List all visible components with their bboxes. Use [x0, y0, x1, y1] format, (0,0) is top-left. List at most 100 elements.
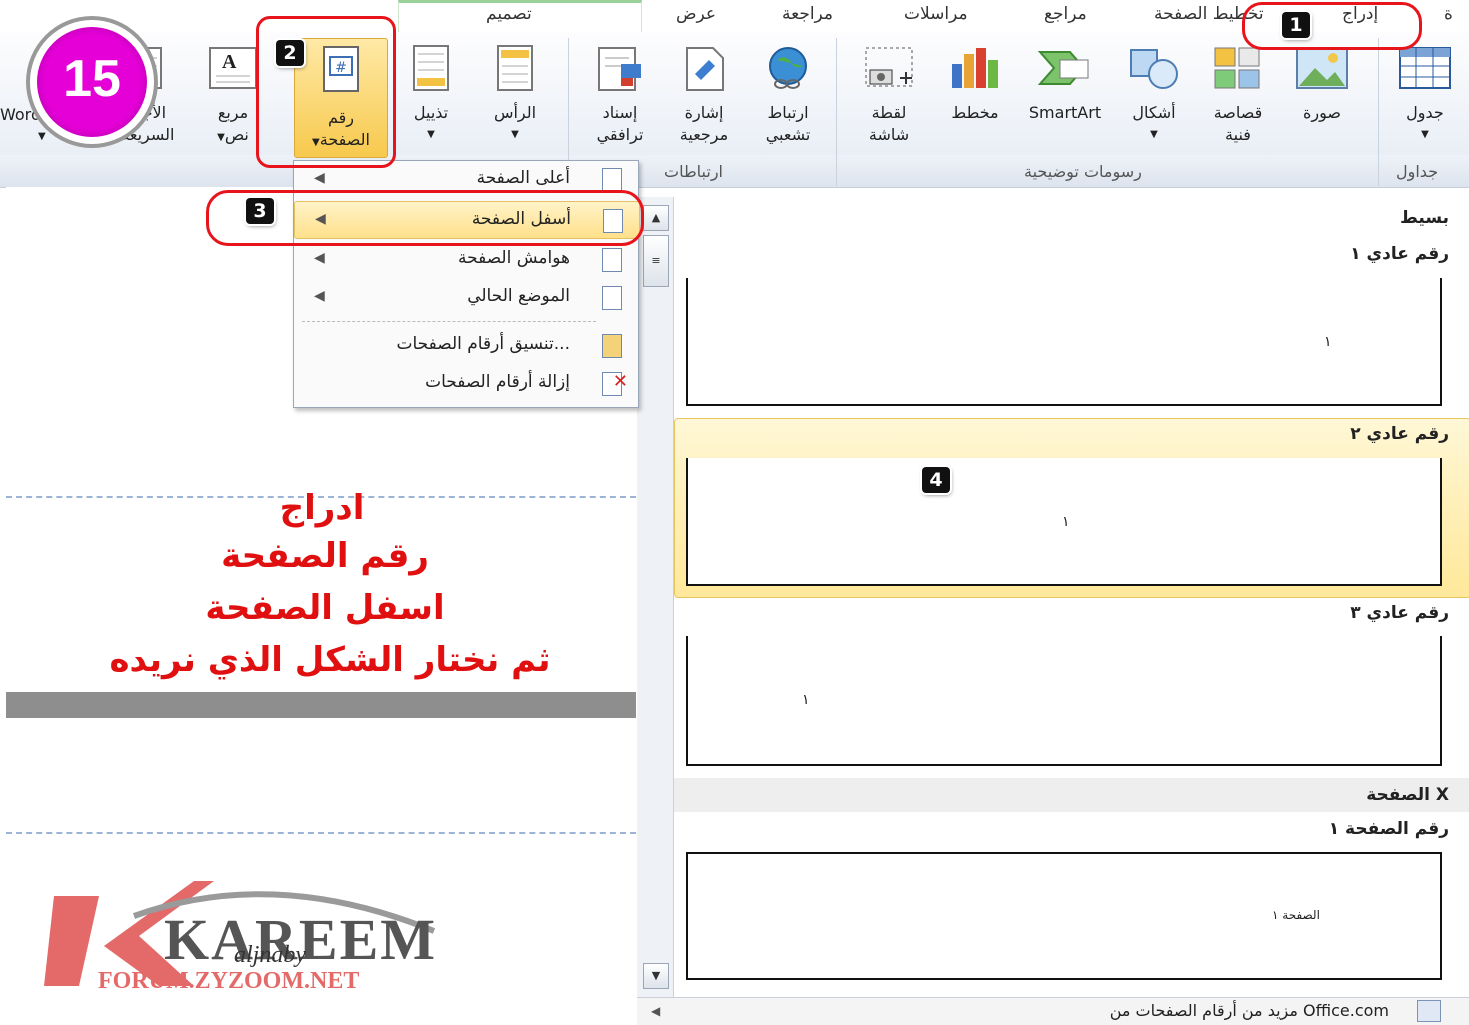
screenshot-button[interactable]: لقطة شاشة: [852, 44, 926, 146]
bookmark-label: إشارة مرجعية: [679, 103, 729, 144]
group-label-tables: جداول: [1396, 162, 1439, 181]
page-gap: [6, 692, 636, 718]
scroll-left-icon[interactable]: ◀: [651, 1004, 660, 1018]
gallery-item-page-x-1[interactable]: الصفحة ١: [686, 852, 1442, 980]
step-badge-2: 2: [276, 40, 304, 66]
page-margins-icon: [602, 248, 622, 272]
chart-button[interactable]: مخطط: [938, 44, 1012, 124]
menu-item-page-margins[interactable]: هوامش الصفحة ◀: [294, 241, 638, 277]
menu-item-remove-page-numbers[interactable]: ✕ إزالة أرقام الصفحات: [294, 365, 638, 401]
tab-design[interactable]: تصميم: [486, 4, 532, 24]
thumb-page-number: ١: [802, 692, 810, 708]
menu-item-label: تنسيق أرقام الصفحات...: [396, 334, 570, 354]
instruction-line-3: اسفل الصفحة: [205, 588, 445, 628]
watermark-url: FORUM.ZYZOOM.NET: [98, 968, 360, 994]
menu-item-format-page-numbers[interactable]: تنسيق أرقام الصفحات...: [294, 327, 638, 363]
crossref-label: إسناد ترافقي: [596, 103, 644, 144]
gallery-scrollbar[interactable]: ▲ ≡ ▼: [637, 197, 674, 997]
picture-button[interactable]: صورة: [1290, 44, 1354, 124]
clipart-button[interactable]: قصاصة فنية: [1200, 44, 1276, 146]
gallery-section-page-x: الصفحة X: [1366, 785, 1449, 805]
hyperlink-button[interactable]: ارتباط تشعبي: [748, 44, 828, 146]
gallery-item-label-3: رقم عادي ٣: [1350, 603, 1449, 623]
menu-item-label: إزالة أرقام الصفحات: [425, 372, 570, 392]
more-page-numbers-link[interactable]: مزيد من أرقام الصفحات من Office.com: [1110, 1001, 1389, 1020]
chart-icon: [952, 48, 998, 88]
dropdown-arrow-icon: ▼: [1421, 129, 1429, 140]
current-position-icon: [602, 286, 622, 310]
scroll-down-icon[interactable]: ▼: [643, 963, 669, 989]
menu-separator: [302, 321, 596, 322]
footer-label: تذييل: [413, 103, 449, 122]
dropdown-arrow-icon: ▼: [427, 129, 435, 140]
submenu-arrow-icon: ◀: [314, 288, 325, 304]
footer-icon: [413, 45, 449, 91]
shapes-label: أشكال: [1132, 103, 1176, 122]
step-badge-3: 3: [246, 198, 274, 224]
globe-link-icon: [769, 47, 807, 89]
instruction-line-2: رقم الصفحة: [221, 536, 429, 576]
table-icon: [1399, 47, 1451, 89]
menu-item-current-position[interactable]: الموضع الحالي ◀: [294, 279, 638, 315]
smartart-label: SmartArt: [1028, 103, 1102, 122]
bookmark-icon: [686, 47, 724, 91]
gallery-item-plain-number-2[interactable]: ١: [686, 458, 1442, 586]
header-boundary-line: [6, 832, 636, 834]
tab-review[interactable]: مراجعة: [782, 4, 833, 24]
menu-item-label: هوامش الصفحة: [458, 248, 570, 268]
header-button[interactable]: الرأس ▼: [480, 44, 550, 146]
gallery-item-label-4: رقم الصفحة ١: [1328, 819, 1449, 839]
gallery-item-plain-number-1[interactable]: ١: [686, 278, 1442, 406]
group-separator: [1378, 38, 1379, 186]
watermark-script: aljnaby: [234, 942, 306, 968]
highlight-page-number-button: [256, 16, 396, 168]
shapes-icon: [1130, 49, 1178, 89]
gallery-footer: ◀ مزيد من أرقام الصفحات من Office.com: [637, 997, 1469, 1025]
textbox-icon: A: [209, 47, 257, 89]
dropdown-arrow-icon: ▼: [511, 129, 519, 140]
format-page-numbers-icon: [602, 334, 622, 358]
footer-button[interactable]: تذييل ▼: [396, 44, 466, 146]
highlight-insert-tab: [1242, 2, 1422, 50]
instruction-line-1: ادراج: [279, 488, 365, 528]
chart-label: مخطط: [951, 103, 999, 122]
scroll-thumb[interactable]: ≡: [643, 235, 669, 287]
gallery-item-plain-number-3[interactable]: ١: [686, 636, 1442, 766]
thumb-page-text: الصفحة ١: [1272, 908, 1320, 922]
tab-mailings[interactable]: مراسلات: [904, 4, 968, 24]
bookmark-button[interactable]: إشارة مرجعية: [664, 44, 744, 146]
red-x-icon: ✕: [612, 371, 628, 392]
office-online-icon: [1417, 1000, 1441, 1022]
header-icon: [497, 45, 533, 91]
table-button[interactable]: جدول ▼: [1390, 44, 1460, 146]
step-badge-4: 4: [922, 467, 950, 493]
hyperlink-label: ارتباط تشعبي: [765, 103, 811, 144]
smartart-button[interactable]: SmartArt: [1018, 44, 1112, 124]
header-label: الرأس: [493, 103, 537, 122]
group-separator: [836, 38, 837, 186]
screenshot-icon: [865, 47, 913, 87]
tab-references[interactable]: مراجع: [1044, 4, 1087, 24]
group-label-illustrations: رسومات توضيحية: [1024, 162, 1142, 181]
submenu-arrow-icon: ◀: [314, 170, 325, 186]
picture-icon: [1296, 47, 1348, 89]
watermark-logo: KAREEM aljnaby FORUM.ZYZOOM.NET: [44, 876, 464, 1006]
scroll-up-icon[interactable]: ▲: [643, 205, 669, 231]
submenu-arrow-icon: ◀: [314, 250, 325, 266]
group-label-links: ارتباطات: [664, 162, 723, 181]
thumb-page-number: ١: [1062, 514, 1070, 530]
gallery-section-simple: بسيط: [1400, 208, 1449, 228]
dropdown-arrow-icon: ▼: [1150, 129, 1158, 140]
tab-view[interactable]: عرض: [676, 4, 716, 24]
clipart-icon: [1214, 47, 1260, 89]
step-badge-1: 1: [1282, 12, 1310, 38]
smartart-icon: [1037, 51, 1089, 85]
clipart-label: قصاصة فنية: [1213, 103, 1263, 144]
crossref-icon: [598, 47, 641, 91]
crossref-button[interactable]: إسناد ترافقي: [580, 44, 660, 146]
shapes-button[interactable]: أشكال ▼: [1118, 44, 1190, 146]
menu-item-label: الموضع الحالي: [467, 286, 570, 306]
tab-file-partial[interactable]: ة: [1444, 4, 1453, 24]
svg-text:A: A: [222, 51, 237, 73]
gallery-item-label-2: رقم عادي ٢: [1350, 424, 1449, 444]
